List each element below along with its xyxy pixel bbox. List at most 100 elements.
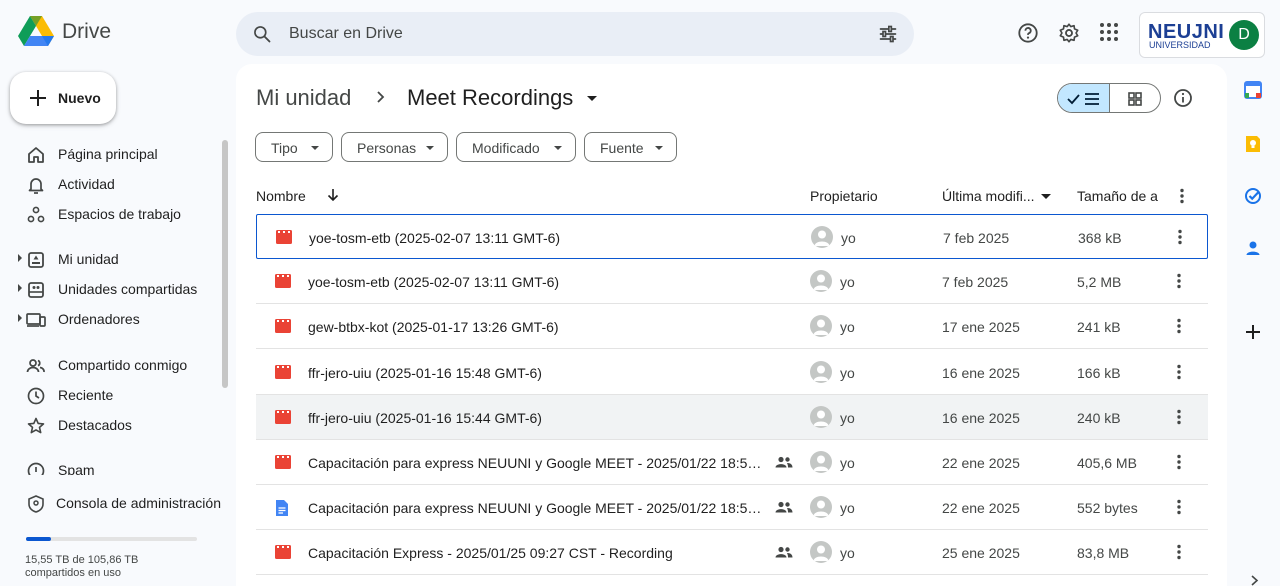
file-row[interactable]: yoe-tosm-etb (2025-02-07 13:11 GMT-6) yo 7… bbox=[256, 214, 1208, 259]
file-row[interactable]: ffr-jero-uiu (2025-01-16 15:44 GMT-6) yo 1… bbox=[256, 394, 1208, 440]
storage-meter bbox=[26, 537, 197, 541]
new-button-label: Nuevo bbox=[58, 90, 101, 106]
person-silhouette-icon bbox=[813, 500, 829, 517]
sort-arrow-down-icon[interactable] bbox=[327, 188, 339, 202]
tasks-icon[interactable] bbox=[1244, 187, 1262, 205]
person-silhouette-icon bbox=[813, 410, 829, 426]
more-vert-icon[interactable] bbox=[1176, 454, 1182, 470]
drive-logo[interactable]: Drive bbox=[18, 16, 111, 48]
expand-arrow-icon[interactable] bbox=[18, 314, 22, 322]
more-vert-icon[interactable] bbox=[1176, 364, 1182, 380]
new-button[interactable]: Nuevo bbox=[10, 72, 116, 124]
nav-item-recent[interactable]: Reciente bbox=[0, 380, 224, 410]
storage-text[interactable]: 15,55 TB de 105,86 TB compartidos en uso bbox=[25, 554, 205, 580]
search-options-icon[interactable] bbox=[878, 24, 898, 44]
more-vert-icon[interactable] bbox=[1176, 409, 1182, 425]
file-name[interactable]: Capacitación Express - 2025/01/25 09:27 … bbox=[308, 545, 673, 561]
file-owner: yo bbox=[840, 274, 855, 291]
contacts-icon[interactable] bbox=[1244, 239, 1262, 257]
nav-item-my-drive[interactable]: Mi unidad bbox=[0, 244, 224, 274]
expand-arrow-icon[interactable] bbox=[18, 284, 22, 292]
more-vert-icon[interactable] bbox=[1176, 499, 1182, 515]
user-avatar[interactable]: D bbox=[1229, 20, 1259, 50]
storage-used-sublabel: compartidos en uso bbox=[25, 567, 121, 579]
file-name[interactable]: Capacitación para express NEUUNI y Googl… bbox=[308, 455, 763, 471]
keep-icon[interactable] bbox=[1244, 135, 1262, 153]
file-name[interactable]: Capacitación para express NEUUNI y Googl… bbox=[308, 500, 763, 516]
storage-meter-fill bbox=[26, 537, 52, 541]
file-row[interactable]: ffr-jero-uiu (2025-01-16 15:48 GMT-6) yo 1… bbox=[256, 350, 1208, 395]
info-icon[interactable] bbox=[1173, 88, 1193, 108]
apps-grid-icon[interactable] bbox=[1099, 22, 1119, 42]
file-name[interactable]: yoe-tosm-etb (2025-02-07 13:11 GMT-6) bbox=[308, 274, 559, 290]
nav-label: Ordenadores bbox=[58, 311, 140, 327]
owner-avatar bbox=[810, 360, 832, 383]
more-vert-icon[interactable] bbox=[1176, 273, 1182, 289]
nav-item-workspaces[interactable]: Espacios de trabajo bbox=[0, 199, 224, 229]
file-name[interactable]: ffr-jero-uiu (2025-01-16 15:44 GMT-6) bbox=[308, 410, 542, 426]
chip-label: Personas bbox=[357, 140, 417, 156]
file-name[interactable]: ffr-jero-uiu (2025-01-16 15:48 GMT-6) bbox=[308, 365, 542, 381]
column-header-modified[interactable]: Última modifi... bbox=[942, 188, 1035, 204]
file-owner: yo bbox=[840, 319, 855, 336]
nav-item-computers[interactable]: Ordenadores bbox=[0, 304, 224, 334]
shared-people-icon bbox=[775, 547, 793, 558]
file-name[interactable]: yoe-tosm-etb (2025-02-07 13:11 GMT-6) bbox=[309, 230, 560, 246]
breadcrumb-current[interactable]: Meet Recordings bbox=[407, 85, 573, 111]
breadcrumb-parent[interactable]: Mi unidad bbox=[256, 85, 351, 111]
folder-menu-caret-icon[interactable] bbox=[587, 96, 597, 101]
column-header-size[interactable]: Tamaño de a bbox=[1077, 188, 1158, 204]
video-file-icon bbox=[275, 455, 291, 469]
star-icon bbox=[27, 417, 45, 434]
nav-label: Unidades compartidas bbox=[58, 281, 198, 297]
expand-side-panel-chevron-icon[interactable] bbox=[1249, 575, 1259, 586]
expand-arrow-icon[interactable] bbox=[18, 254, 22, 262]
owner-avatar bbox=[810, 270, 832, 293]
file-row[interactable]: Capacitación para express NEUUNI y Googl… bbox=[256, 440, 1208, 485]
add-addon-plus-icon[interactable] bbox=[1244, 323, 1262, 341]
search-icon[interactable] bbox=[252, 24, 272, 44]
settings-gear-icon[interactable] bbox=[1058, 22, 1080, 44]
filter-chip-people[interactable]: Personas bbox=[341, 132, 448, 162]
nav-item-admin-console[interactable]: Consola de administración bbox=[0, 488, 224, 518]
file-row[interactable]: yoe-tosm-etb (2025-02-07 13:11 GMT-6) yo 7… bbox=[256, 259, 1208, 305]
nav-label: Actividad bbox=[58, 176, 115, 192]
file-row[interactable]: Capacitación para express NEUUNI y Googl… bbox=[256, 485, 1208, 531]
column-options-more-icon[interactable] bbox=[1179, 188, 1185, 204]
more-vert-icon[interactable] bbox=[1176, 318, 1182, 334]
grid-view-button[interactable] bbox=[1110, 84, 1160, 112]
list-view-button[interactable] bbox=[1058, 84, 1110, 112]
file-owner: yo bbox=[840, 409, 855, 426]
nav-item-shared-drives[interactable]: Unidades compartidas bbox=[0, 274, 224, 304]
calendar-icon[interactable] bbox=[1244, 81, 1262, 99]
caret-down-icon bbox=[426, 146, 434, 150]
more-vert-icon[interactable] bbox=[1177, 229, 1183, 245]
help-icon[interactable] bbox=[1017, 22, 1039, 44]
search-bar[interactable]: Buscar en Drive bbox=[236, 12, 914, 56]
view-toggle bbox=[1057, 83, 1161, 113]
column-header-name[interactable]: Nombre bbox=[256, 188, 306, 204]
chevron-right-icon bbox=[377, 91, 385, 103]
nav-item-home[interactable]: Página principal bbox=[0, 139, 224, 169]
search-input[interactable]: Buscar en Drive bbox=[289, 25, 403, 43]
file-row[interactable]: gew-btbx-kot (2025-01-17 13:26 GMT-6) yo 1… bbox=[256, 304, 1208, 350]
plus-icon bbox=[30, 90, 46, 106]
file-row[interactable]: Capacitación Express - 2025/01/25 09:27 … bbox=[256, 530, 1208, 576]
sidebar-scrollbar[interactable] bbox=[222, 140, 228, 388]
nav-item-activity[interactable]: Actividad bbox=[0, 169, 224, 199]
file-size: 5,2 MB bbox=[1077, 274, 1122, 291]
column-header-owner[interactable]: Propietario bbox=[810, 188, 878, 204]
nav-item-spam[interactable]: Spam bbox=[0, 455, 224, 475]
more-vert-icon[interactable] bbox=[1176, 544, 1182, 560]
file-name[interactable]: gew-btbx-kot (2025-01-17 13:26 GMT-6) bbox=[308, 319, 559, 335]
video-file-icon bbox=[275, 319, 291, 334]
file-owner: yo bbox=[840, 364, 855, 381]
nav-item-shared-with-me[interactable]: Compartido conmigo bbox=[0, 350, 224, 380]
filter-chip-source[interactable]: Fuente bbox=[584, 132, 677, 162]
file-modified: 25 ene 2025 bbox=[942, 545, 1020, 562]
filter-chip-type[interactable]: Tipo bbox=[255, 132, 333, 162]
nav-item-starred[interactable]: Destacados bbox=[0, 410, 224, 440]
filter-chip-modified[interactable]: Modificado bbox=[456, 132, 576, 162]
column-sort-caret-icon[interactable] bbox=[1041, 194, 1051, 199]
file-modified: 22 ene 2025 bbox=[942, 500, 1020, 517]
